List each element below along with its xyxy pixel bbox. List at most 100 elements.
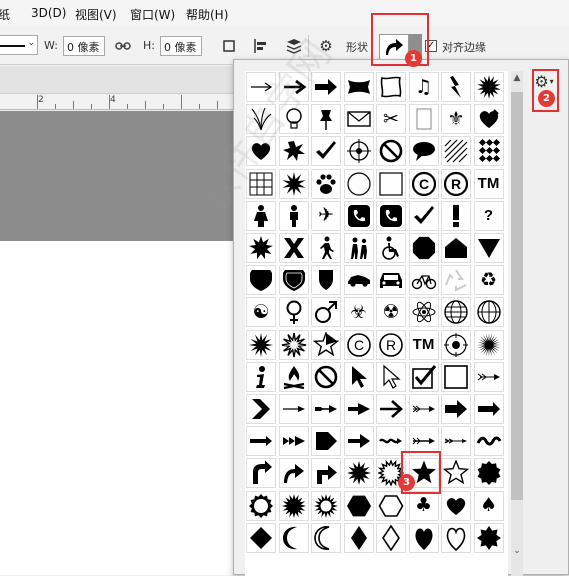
shape-cell[interactable] bbox=[311, 233, 341, 263]
shape-cell[interactable] bbox=[376, 265, 406, 296]
shape-cell[interactable]: TM bbox=[473, 168, 504, 199]
shape-cell[interactable] bbox=[376, 136, 406, 167]
shape-cell[interactable] bbox=[311, 136, 341, 167]
shape-cell[interactable]: R bbox=[376, 329, 406, 360]
shape-cell[interactable] bbox=[311, 168, 341, 199]
stroke-type-dropdown[interactable]: ⌄ bbox=[0, 35, 38, 55]
shape-cell[interactable] bbox=[278, 426, 309, 457]
shape-cell[interactable] bbox=[246, 394, 276, 424]
shape-cell[interactable] bbox=[343, 200, 374, 231]
shape-cell[interactable] bbox=[278, 72, 309, 102]
shape-cell[interactable]: ✈ bbox=[311, 200, 341, 231]
shape-cell[interactable] bbox=[441, 394, 471, 424]
shape-cell[interactable] bbox=[343, 136, 374, 167]
menu-3d[interactable]: 3D(D) bbox=[31, 6, 66, 20]
shape-cell[interactable] bbox=[311, 522, 341, 553]
shape-cell[interactable] bbox=[441, 490, 471, 521]
shape-cell[interactable] bbox=[311, 104, 341, 135]
shape-cell[interactable] bbox=[473, 72, 504, 102]
shape-cell[interactable]: ♣ bbox=[408, 490, 439, 521]
shape-cell[interactable] bbox=[278, 490, 309, 521]
shape-cell[interactable] bbox=[246, 136, 276, 167]
shape-cell[interactable]: ♻ bbox=[473, 265, 504, 296]
shape-cell[interactable] bbox=[343, 490, 374, 521]
shape-cell[interactable] bbox=[278, 104, 309, 135]
shape-cell[interactable]: ♫ bbox=[408, 72, 439, 102]
shape-cell[interactable] bbox=[441, 72, 471, 102]
shape-cell[interactable] bbox=[278, 361, 309, 392]
shape-cell[interactable] bbox=[278, 233, 309, 263]
path-arrangement-icon[interactable] bbox=[283, 35, 305, 57]
menu-help[interactable]: 帮助(H) bbox=[186, 6, 228, 23]
shape-cell[interactable] bbox=[246, 104, 276, 135]
shape-cell[interactable]: R bbox=[441, 168, 471, 199]
shape-cell[interactable] bbox=[246, 490, 276, 521]
shape-cell[interactable] bbox=[408, 522, 439, 553]
width-field[interactable]: 0 像素 bbox=[63, 36, 105, 56]
scroll-up-arrow[interactable]: ▲ bbox=[511, 72, 523, 84]
shape-cell[interactable] bbox=[376, 394, 406, 424]
shape-cell[interactable] bbox=[441, 200, 471, 231]
shape-cell[interactable] bbox=[246, 168, 276, 199]
shape-cell[interactable] bbox=[473, 233, 504, 263]
shape-cell[interactable] bbox=[343, 72, 374, 102]
shape-cell[interactable] bbox=[408, 394, 439, 424]
menu-window[interactable]: 窗口(W) bbox=[130, 6, 175, 23]
shape-cell[interactable] bbox=[441, 522, 471, 553]
shape-cell[interactable] bbox=[311, 297, 341, 328]
shape-cell[interactable] bbox=[343, 522, 374, 553]
shape-cell[interactable] bbox=[246, 233, 276, 263]
shape-cell[interactable]: TM bbox=[408, 329, 439, 360]
shape-cell[interactable] bbox=[343, 458, 374, 489]
scroll-down-arrow[interactable]: ⌄ bbox=[511, 545, 523, 557]
shape-cell[interactable] bbox=[376, 522, 406, 553]
shape-cell[interactable] bbox=[408, 200, 439, 231]
shape-cell[interactable] bbox=[408, 297, 439, 328]
shape-cell[interactable] bbox=[246, 72, 276, 102]
shape-cell[interactable] bbox=[246, 265, 276, 296]
shape-cell[interactable] bbox=[376, 72, 406, 102]
shape-cell[interactable] bbox=[441, 233, 471, 263]
shape-cell[interactable] bbox=[473, 136, 504, 167]
shape-cell[interactable] bbox=[278, 200, 309, 231]
shape-cell[interactable] bbox=[311, 329, 341, 360]
shape-cell[interactable] bbox=[441, 297, 471, 328]
shape-cell[interactable]: ☯ bbox=[246, 297, 276, 328]
shape-cell[interactable] bbox=[246, 426, 276, 457]
shape-cell[interactable] bbox=[376, 361, 406, 392]
gear-icon[interactable]: ⚙ bbox=[315, 35, 337, 57]
shape-cell[interactable] bbox=[441, 329, 471, 360]
link-dimensions-icon[interactable] bbox=[112, 35, 134, 57]
shape-cell[interactable] bbox=[343, 233, 374, 263]
shape-cell[interactable] bbox=[408, 136, 439, 167]
shape-cell[interactable] bbox=[473, 297, 504, 328]
shape-cell[interactable] bbox=[311, 490, 341, 521]
shape-cell[interactable] bbox=[473, 361, 504, 392]
shape-cell[interactable] bbox=[408, 233, 439, 263]
shape-cell[interactable] bbox=[278, 458, 309, 489]
shape-cell[interactable] bbox=[473, 394, 504, 424]
shape-cell[interactable] bbox=[473, 104, 504, 135]
shape-cell[interactable] bbox=[246, 329, 276, 360]
shape-cell[interactable] bbox=[278, 168, 309, 199]
shape-cell[interactable]: ♠ bbox=[473, 490, 504, 521]
shape-cell[interactable] bbox=[473, 329, 504, 360]
shape-cell[interactable]: ☢ bbox=[376, 297, 406, 328]
shape-cell[interactable] bbox=[343, 426, 374, 457]
menu-view[interactable]: 视图(V) bbox=[75, 6, 117, 23]
shape-cell[interactable] bbox=[246, 522, 276, 553]
shape-cell[interactable] bbox=[278, 136, 309, 167]
shape-cell[interactable] bbox=[278, 297, 309, 328]
shape-cell[interactable] bbox=[441, 458, 471, 489]
shape-cell[interactable] bbox=[343, 265, 374, 296]
shape-cell[interactable] bbox=[343, 104, 374, 135]
shape-cell[interactable] bbox=[343, 361, 374, 392]
shape-cell[interactable] bbox=[311, 394, 341, 424]
shape-cell[interactable] bbox=[246, 200, 276, 231]
shape-cell[interactable]: C bbox=[408, 168, 439, 199]
path-operations-icon[interactable] bbox=[218, 35, 240, 57]
shape-cell[interactable] bbox=[408, 361, 439, 392]
shape-cell[interactable] bbox=[246, 361, 276, 392]
shape-cell[interactable]: C bbox=[343, 329, 374, 360]
shape-cell[interactable] bbox=[376, 168, 406, 199]
